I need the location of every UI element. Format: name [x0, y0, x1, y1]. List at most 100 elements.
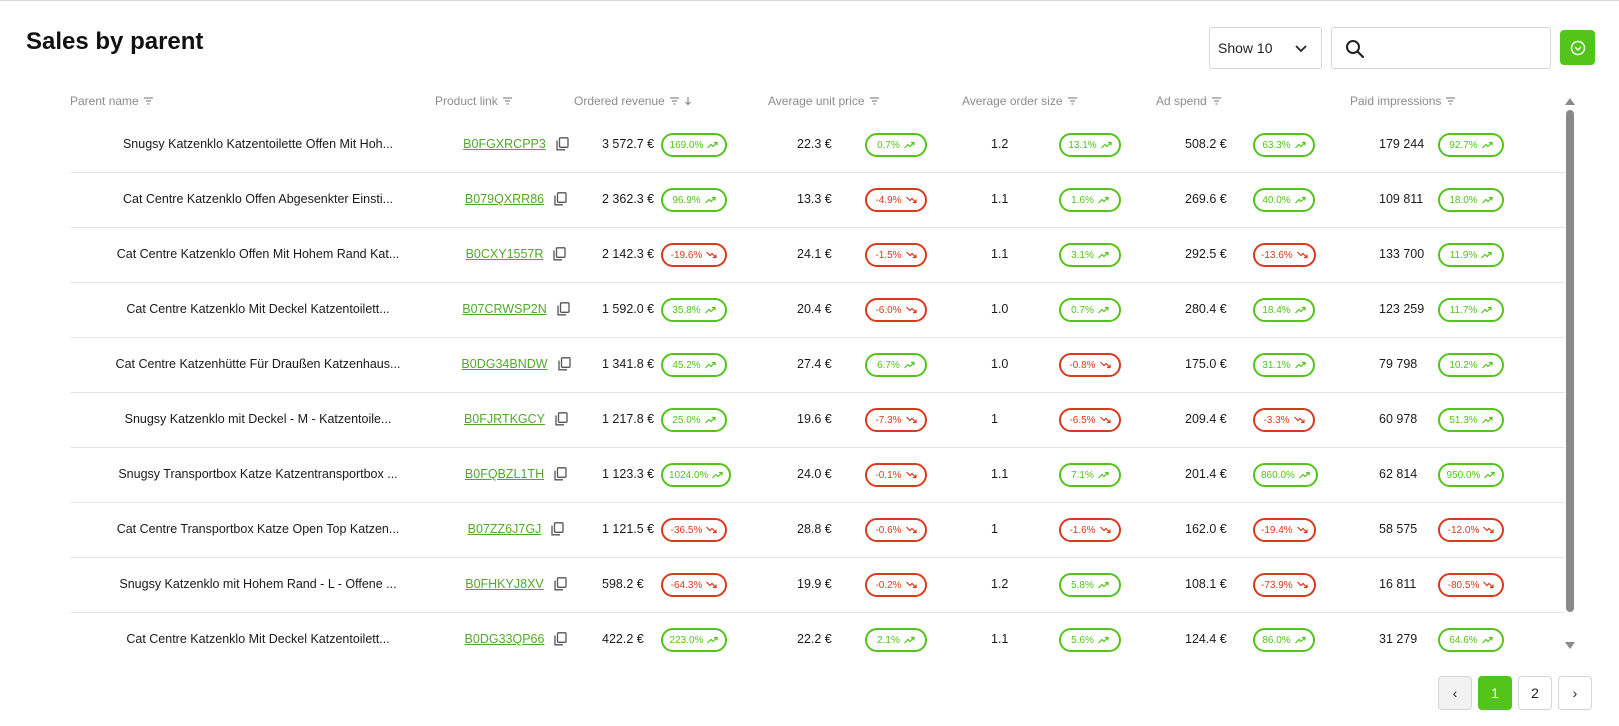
product-link[interactable]: B07ZZ6J7GJ [468, 522, 542, 536]
table-row[interactable]: Cat Centre Transportbox Katze Open Top K… [70, 501, 1565, 558]
ads-value: 292.5 € [1185, 247, 1227, 261]
pagination-page-2-button[interactable]: 2 [1518, 676, 1552, 710]
rev-cell: 1 123.3 € 1024.0% [595, 446, 785, 502]
table-row[interactable]: Cat Centre Katzenhütte Für Draußen Katze… [70, 336, 1565, 393]
parent-name-cell: Snugsy Transportbox Katze Katzentranspor… [70, 446, 446, 502]
table-row[interactable]: Cat Centre Katzenklo Mit Deckel Katzento… [70, 611, 1565, 655]
sort-desc-icon[interactable] [684, 96, 692, 106]
change-percent: -12.0% [1447, 524, 1480, 536]
parent-name-cell: Cat Centre Katzenklo Mit Deckel Katzento… [70, 281, 446, 337]
product-link[interactable]: B0FJRTKGCY [464, 412, 545, 426]
aup-value: 24.1 € [797, 247, 832, 261]
imp-change-badge: 11.7% [1438, 298, 1504, 322]
rev-change-badge: 96.9% [661, 188, 727, 212]
col-header-average-unit-price[interactable]: Average unit price [768, 94, 880, 108]
copy-icon[interactable] [554, 577, 567, 591]
imp-change-badge: 51.3% [1438, 408, 1504, 432]
pagination-page-1-button[interactable]: 1 [1478, 676, 1512, 710]
col-header-product-link[interactable]: Product link [435, 94, 513, 108]
trend-up-icon [1484, 471, 1496, 479]
change-percent: 11.9% [1449, 249, 1478, 261]
aup-change-badge: -1.5% [865, 243, 927, 267]
trend-down-icon [706, 526, 717, 534]
aup-value: 19.9 € [797, 577, 832, 591]
trend-up-icon [1294, 361, 1306, 369]
aos-change-badge: 5.8% [1059, 573, 1121, 597]
product-link[interactable]: B0FGXRCPP3 [463, 137, 546, 151]
table-row[interactable]: Snugsy Transportbox Katze Katzentranspor… [70, 446, 1565, 503]
copy-icon[interactable] [554, 632, 568, 646]
table-row[interactable]: Snugsy Katzenklo mit Hohem Rand - L - Of… [70, 556, 1565, 613]
copy-icon[interactable] [551, 522, 564, 536]
aos-cell: 1.1 1.6% [984, 171, 1174, 227]
trend-up-icon [1097, 471, 1109, 479]
ads-cell: 124.4 € 86.0% [1178, 611, 1368, 655]
search-input[interactable] [1376, 34, 1544, 62]
export-button[interactable] [1560, 30, 1595, 65]
col-header-ad-spend[interactable]: Ad spend [1156, 94, 1222, 108]
table-row[interactable]: Snugsy Katzenklo Katzentoilette Offen Mi… [70, 116, 1565, 173]
product-link[interactable]: B0CXY1557R [466, 247, 544, 261]
scroll-up-arrow-icon[interactable] [1565, 97, 1575, 105]
rev-change-badge: 1024.0% [661, 463, 732, 487]
rev-cell: 2 142.3 € -19.6% [595, 226, 785, 282]
show-count-label: Show 10 [1218, 40, 1273, 56]
filter-icon[interactable] [502, 96, 513, 106]
filter-icon[interactable] [1211, 96, 1222, 106]
imp-change-badge: 92.7% [1438, 133, 1504, 157]
product-link[interactable]: B07CRWSP2N [462, 302, 547, 316]
filter-icon[interactable] [143, 96, 154, 106]
trend-up-icon [704, 306, 716, 314]
copy-icon[interactable] [557, 302, 570, 316]
rev-value: 3 572.7 € [602, 137, 655, 151]
pagination-prev-button[interactable]: ‹ [1438, 676, 1472, 710]
col-label: Parent name [70, 94, 139, 108]
trend-down-icon [1099, 361, 1111, 369]
copy-icon[interactable] [554, 192, 567, 206]
col-header-paid-impressions[interactable]: Paid impressions [1350, 94, 1456, 108]
parent-name-cell: Cat Centre Transportbox Katze Open Top K… [70, 501, 446, 557]
trend-up-icon [1097, 196, 1109, 204]
filter-icon[interactable] [669, 96, 680, 106]
product-link[interactable]: B079QXRR86 [465, 192, 544, 206]
scrollbar-thumb[interactable] [1566, 110, 1574, 612]
aup-cell: 24.1 € -1.5% [790, 226, 980, 282]
aup-value: 13.3 € [797, 192, 832, 206]
table-row[interactable]: Cat Centre Katzenklo Offen Abgesenkter E… [70, 171, 1565, 228]
product-link[interactable]: B0DG33QP66 [465, 632, 545, 646]
ads-value: 108.1 € [1185, 577, 1227, 591]
filter-icon[interactable] [1067, 96, 1078, 106]
copy-icon[interactable] [557, 357, 571, 371]
product-link[interactable]: B0FQBZL1TH [465, 467, 544, 481]
ads-change-badge: 86.0% [1253, 628, 1315, 652]
table-row[interactable]: Cat Centre Katzenklo Offen Mit Hohem Ran… [70, 226, 1565, 283]
sales-table: Parent name Product link Ordered revenue… [70, 88, 1565, 655]
show-count-select[interactable]: Show 10 [1209, 27, 1322, 69]
copy-icon[interactable] [556, 137, 569, 151]
change-percent: 860.0% [1261, 469, 1295, 481]
col-header-parent-name[interactable]: Parent name [70, 94, 154, 108]
pagination-next-button[interactable]: › [1558, 676, 1592, 710]
search-box[interactable] [1331, 27, 1551, 69]
filter-icon[interactable] [1445, 96, 1456, 106]
copy-icon[interactable] [554, 467, 567, 481]
change-percent: -4.9% [875, 194, 902, 206]
imp-change-badge: 18.0% [1438, 188, 1504, 212]
rev-cell: 1 121.5 € -36.5% [595, 501, 785, 557]
table-row[interactable]: Cat Centre Katzenklo Mit Deckel Katzento… [70, 281, 1565, 338]
copy-icon[interactable] [553, 247, 567, 261]
ads-value: 269.6 € [1185, 192, 1227, 206]
col-label: Paid impressions [1350, 94, 1442, 108]
col-header-ordered-revenue[interactable]: Ordered revenue [574, 94, 692, 108]
col-header-average-order-size[interactable]: Average order size [962, 94, 1078, 108]
scroll-down-arrow-icon[interactable] [1565, 642, 1575, 650]
filter-icon[interactable] [869, 96, 880, 106]
product-link[interactable]: B0FHKYJ8XV [465, 577, 544, 591]
trend-up-icon [1097, 251, 1109, 259]
imp-cell: 179 244 92.7% [1372, 116, 1562, 172]
change-percent: -6.0% [875, 304, 902, 316]
copy-icon[interactable] [555, 412, 568, 426]
imp-value: 79 798 [1379, 357, 1418, 371]
table-row[interactable]: Snugsy Katzenklo mit Deckel - M - Katzen… [70, 391, 1565, 448]
product-link[interactable]: B0DG34BNDW [461, 357, 547, 371]
